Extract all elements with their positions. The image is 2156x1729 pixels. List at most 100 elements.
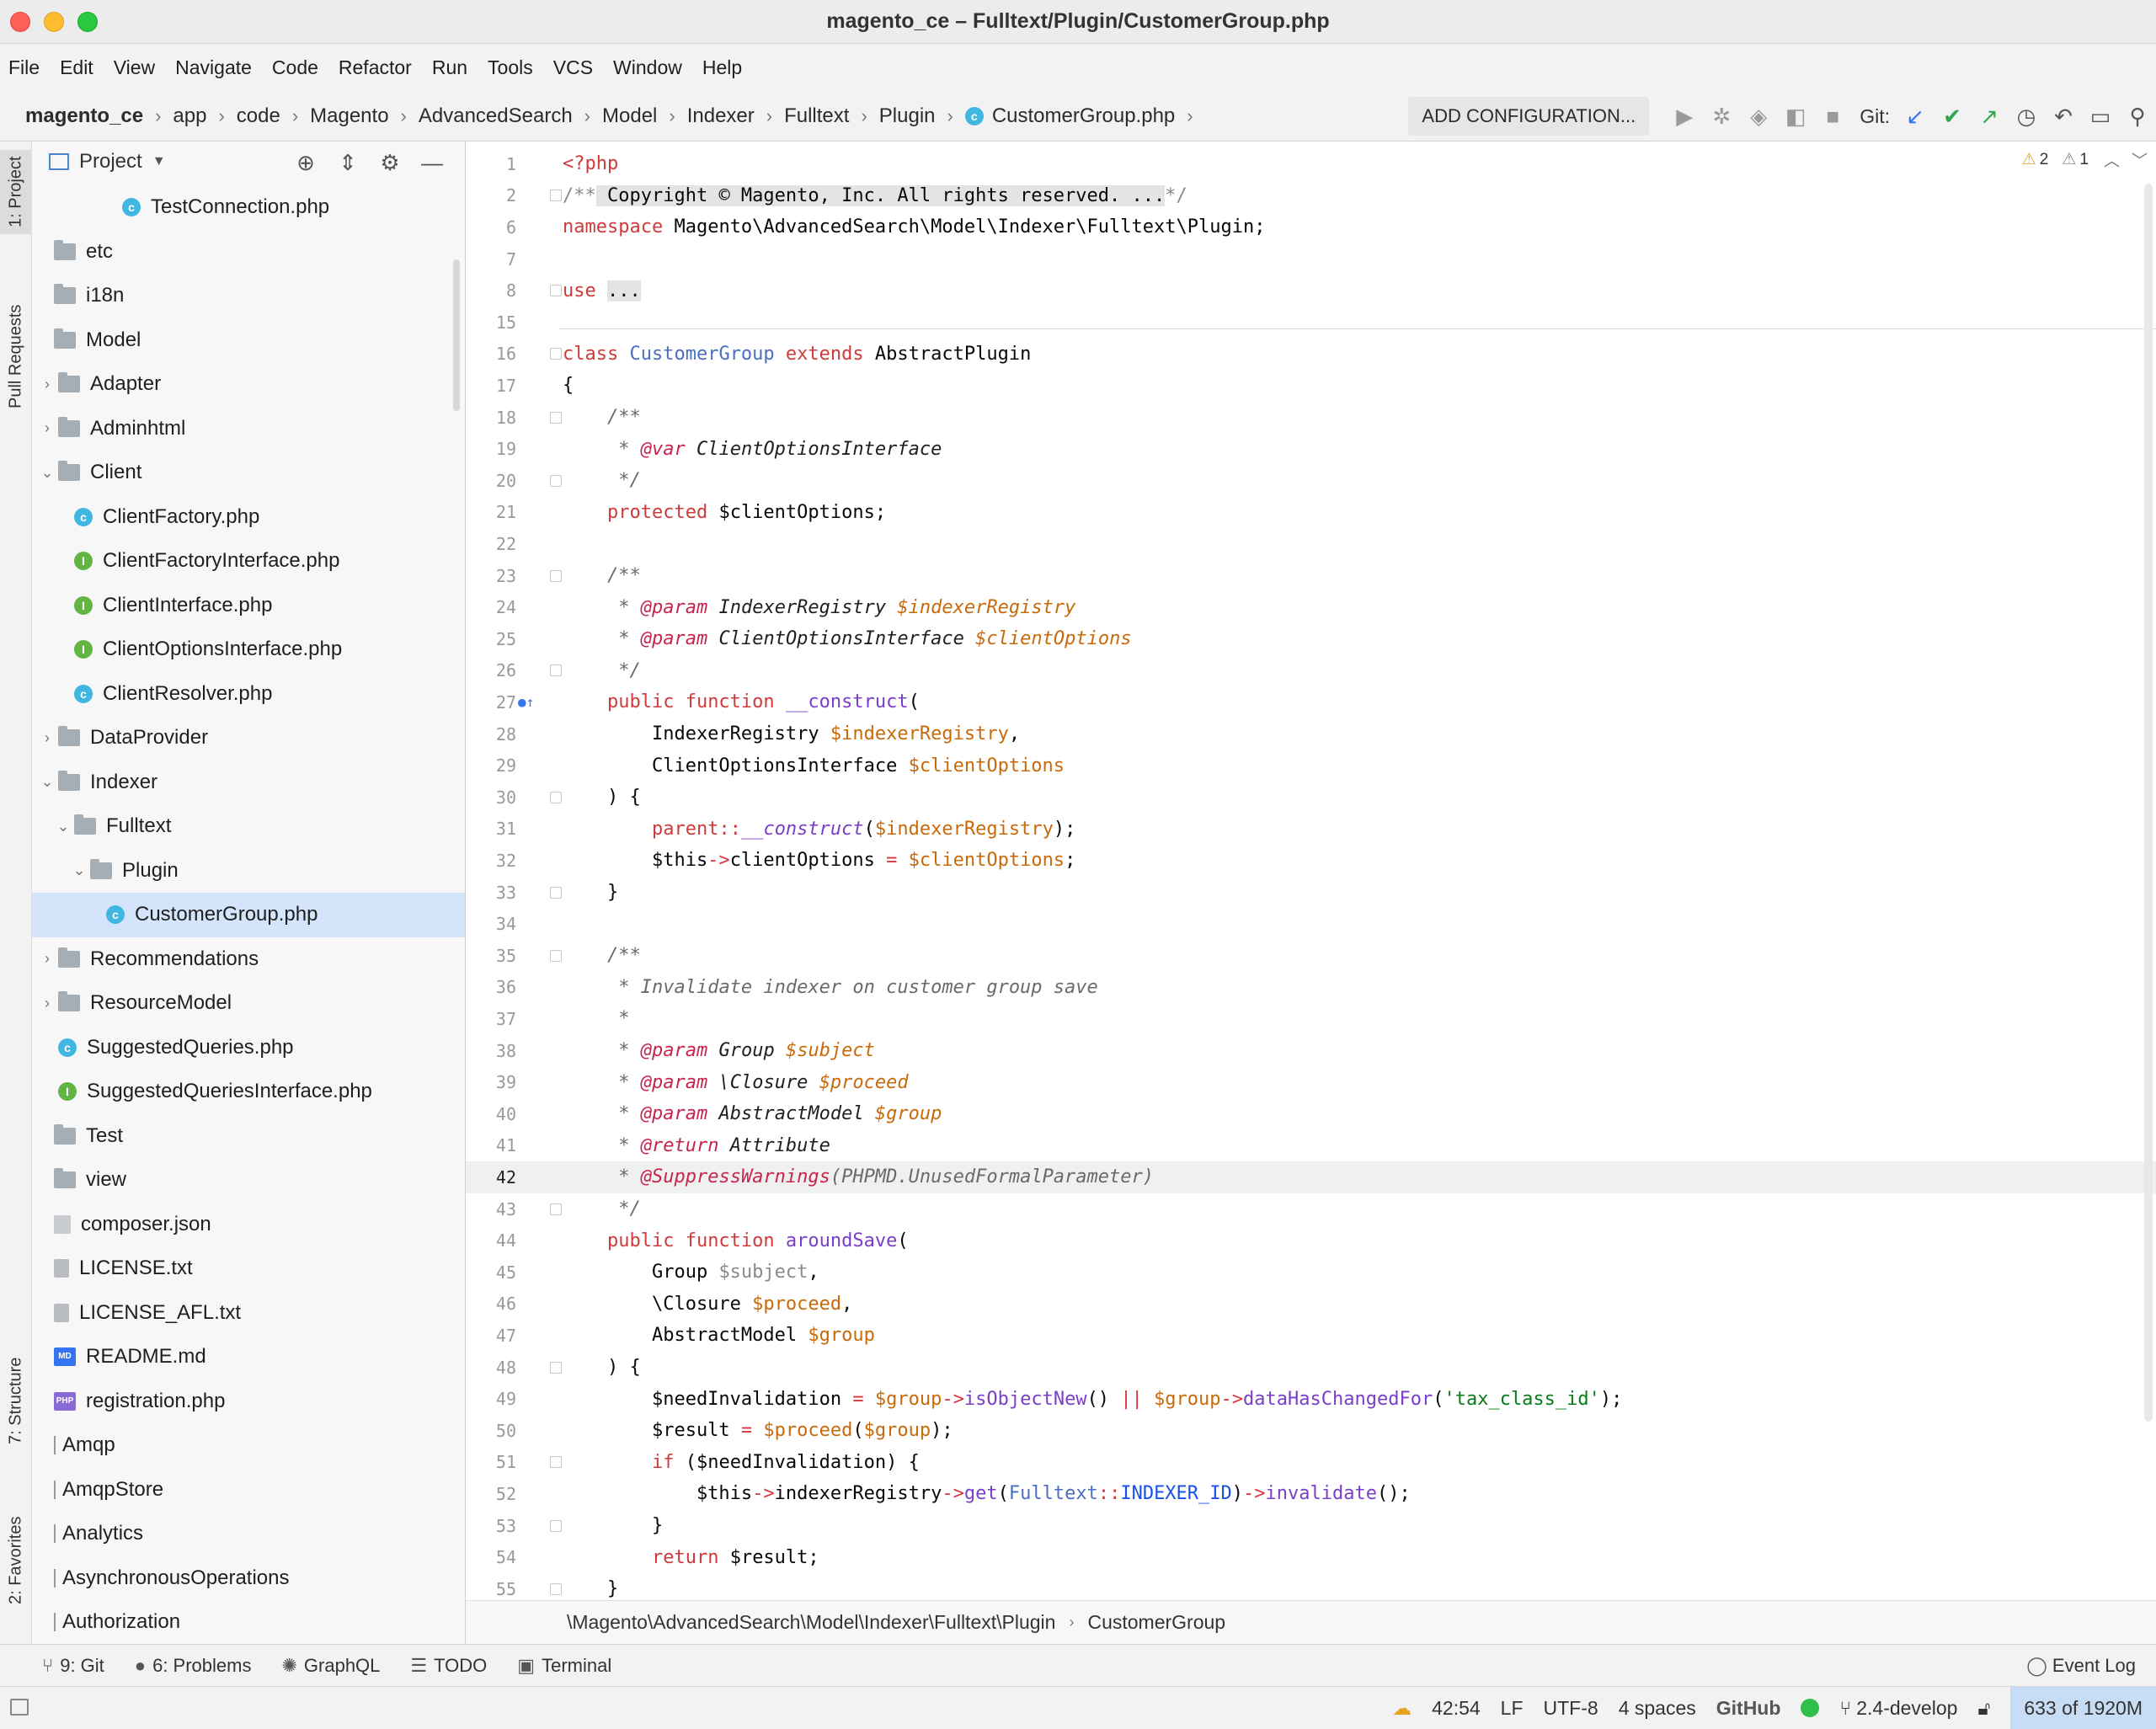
line-number[interactable]: 16 (466, 344, 516, 364)
code-line[interactable]: 40 * @param AbstractModel $group (466, 1098, 2156, 1130)
line-number[interactable]: 45 (466, 1262, 516, 1283)
hide-panel-icon[interactable]: — (411, 150, 453, 176)
fold-marker-icon[interactable] (550, 1203, 562, 1215)
line-number[interactable]: 26 (466, 660, 516, 680)
line-number[interactable]: 48 (466, 1358, 516, 1378)
event-log-button[interactable]: ◯ Event Log (2026, 1655, 2136, 1677)
github-label[interactable]: GitHub (1716, 1697, 1781, 1720)
breadcrumb-item[interactable]: Model (602, 104, 657, 128)
line-number[interactable]: 47 (466, 1326, 516, 1346)
tree-item[interactable]: AsynchronousOperations (32, 1556, 465, 1601)
line-number[interactable]: 44 (466, 1230, 516, 1251)
tree-item[interactable]: i18n (32, 274, 465, 318)
fold-marker-icon[interactable] (550, 949, 562, 962)
tree-item[interactable]: I SuggestedQueriesInterface.php (32, 1070, 465, 1114)
next-highlight-icon[interactable]: ﹀ (2132, 148, 2148, 171)
tab-problems[interactable]: ● 6: Problems (135, 1655, 252, 1677)
override-marker-icon[interactable]: ●↑ (518, 694, 534, 710)
code-line[interactable]: 51 if ($needInvalidation) { (466, 1447, 2156, 1479)
caret-position[interactable]: 42:54 (1432, 1697, 1481, 1720)
debug-icon[interactable]: ✲ (1703, 98, 1740, 135)
fold-marker-icon[interactable] (550, 1519, 562, 1532)
run-icon[interactable]: ▶ (1666, 98, 1703, 135)
tree-item[interactable]: composer.json (32, 1203, 465, 1247)
code-line[interactable]: 25 * @param ClientOptionsInterface $clie… (466, 623, 2156, 655)
menu-help[interactable]: Help (702, 56, 742, 79)
tree-expand-icon[interactable]: ⌄ (36, 773, 58, 791)
project-view-selector[interactable]: Project (79, 150, 142, 173)
line-number[interactable]: 6 (466, 217, 516, 237)
code-line[interactable]: 19 * @var ClientOptionsInterface (466, 433, 2156, 465)
line-number[interactable]: 20 (466, 471, 516, 491)
line-number[interactable]: 40 (466, 1104, 516, 1124)
line-number[interactable]: 33 (466, 883, 516, 903)
code-line[interactable]: 45 Group $subject, (466, 1257, 2156, 1289)
tree-item[interactable]: Model (32, 318, 465, 363)
file-encoding[interactable]: UTF-8 (1544, 1697, 1598, 1720)
code-line[interactable]: 28 IndexerRegistry $indexerRegistry, (466, 718, 2156, 750)
breadcrumb-item[interactable]: Plugin (879, 104, 936, 128)
code-line[interactable]: 15 (466, 307, 2156, 339)
breadcrumb-item[interactable]: code (237, 104, 280, 128)
fold-marker-icon[interactable] (550, 411, 562, 424)
memory-indicator[interactable]: 633 of 1920M (2010, 1686, 2156, 1729)
inspection-widget[interactable]: ⚠ 2 ⚠ 1 ︿ ﹀ (2021, 148, 2148, 171)
breadcrumb-namespace[interactable]: \Magento\AdvancedSearch\Model\Indexer\Fu… (567, 1611, 1055, 1634)
fold-marker-icon[interactable] (550, 1361, 562, 1374)
menu-code[interactable]: Code (272, 56, 318, 79)
code-line[interactable]: 50 $result = $proceed($group); (466, 1415, 2156, 1447)
code-line[interactable]: 52 $this->indexerRegistry->get(Fulltext:… (466, 1478, 2156, 1510)
code-line[interactable]: 16 class CustomerGroup extends AbstractPl… (466, 339, 2156, 371)
tree-item[interactable]: c TestConnection.php (32, 185, 465, 230)
breadcrumb-class[interactable]: CustomerGroup (1087, 1611, 1225, 1634)
code-line[interactable]: 42 * @SuppressWarnings(PHPMD.UnusedForma… (466, 1161, 2156, 1193)
menu-view[interactable]: View (114, 56, 155, 79)
code-line[interactable]: 37 * (466, 1003, 2156, 1035)
code-line[interactable]: 54 return $result; (466, 1541, 2156, 1573)
code-line[interactable]: 18 /** (466, 402, 2156, 434)
menu-refactor[interactable]: Refactor (339, 56, 412, 79)
line-number[interactable]: 53 (466, 1516, 516, 1536)
fold-marker-icon[interactable] (550, 474, 562, 487)
line-number[interactable]: 7 (466, 249, 516, 269)
tab-pull-requests[interactable]: Pull Requests (0, 285, 32, 428)
line-number[interactable]: 51 (466, 1452, 516, 1472)
tree-item[interactable]: I ClientOptionsInterface.php (32, 627, 465, 672)
code-line[interactable]: 53 } (466, 1510, 2156, 1542)
menu-file[interactable]: File (8, 56, 40, 79)
menu-tools[interactable]: Tools (488, 56, 533, 79)
git-update-icon[interactable]: ↙ (1897, 98, 1934, 135)
code-line[interactable]: 33 } (466, 877, 2156, 909)
code-line[interactable]: 47 AbstractModel $group (466, 1320, 2156, 1352)
tree-item[interactable]: MD README.md (32, 1335, 465, 1379)
tree-item[interactable]: PHP registration.php (32, 1379, 465, 1424)
tree-expand-icon[interactable]: › (36, 419, 58, 437)
code-line[interactable]: 49 $needInvalidation = $group->isObjectN… (466, 1383, 2156, 1415)
line-number[interactable]: 52 (466, 1484, 516, 1504)
line-number[interactable]: 17 (466, 376, 516, 396)
code-line[interactable]: 17 { (466, 370, 2156, 402)
breadcrumb-item[interactable]: app (173, 104, 206, 128)
git-branch-widget[interactable]: ⑂ 2.4-develop (1839, 1697, 1957, 1720)
tree-item[interactable]: › Adapter (32, 362, 465, 407)
breadcrumb-item[interactable]: AdvancedSearch (419, 104, 573, 128)
fold-marker-icon[interactable] (550, 791, 562, 803)
tree-item[interactable]: LICENSE.txt (32, 1246, 465, 1291)
line-number[interactable]: 31 (466, 819, 516, 839)
code-line[interactable]: 22 (466, 528, 2156, 560)
tree-item[interactable]: ⌄ Fulltext (32, 804, 465, 849)
code-line[interactable]: 39 * @param \Closure $proceed (466, 1066, 2156, 1098)
code-line[interactable]: 35 /** (466, 940, 2156, 972)
fold-marker-icon[interactable] (550, 1456, 562, 1469)
line-number[interactable]: 55 (466, 1579, 516, 1599)
chevron-down-icon[interactable]: ▼ (152, 154, 166, 169)
tree-item[interactable]: ⌄ Plugin (32, 849, 465, 894)
git-push-icon[interactable]: ↗ (1971, 98, 2008, 135)
line-number[interactable]: 39 (466, 1072, 516, 1092)
tree-item[interactable]: AmqpStore (32, 1468, 465, 1513)
code-line[interactable]: 6 namespace Magento\AdvancedSearch\Model\… (466, 211, 2156, 243)
menu-vcs[interactable]: VCS (553, 56, 593, 79)
code-line[interactable]: 32 $this->clientOptions = $clientOptions… (466, 845, 2156, 877)
line-number[interactable]: 18 (466, 408, 516, 428)
fold-marker-icon[interactable] (550, 664, 562, 677)
